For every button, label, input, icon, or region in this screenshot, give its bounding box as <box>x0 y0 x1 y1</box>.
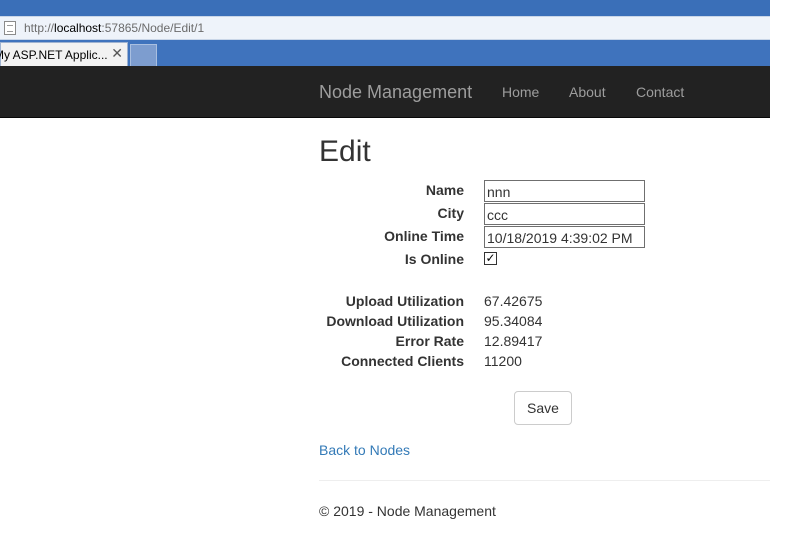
online-time-field[interactable] <box>484 226 645 248</box>
navbar-brand[interactable]: Node Management <box>319 82 472 103</box>
connected-clients-value: 11200 <box>484 353 522 369</box>
page-title: Edit <box>319 135 371 168</box>
back-to-nodes-link[interactable]: Back to Nodes <box>319 442 410 458</box>
name-field[interactable] <box>484 180 645 202</box>
browser-title-bar <box>0 0 770 16</box>
download-utilization-value: 95.34084 <box>484 313 543 329</box>
is-online-checkbox[interactable]: ✓ <box>484 252 497 265</box>
nav-link-about[interactable]: About <box>569 84 606 100</box>
tab-title: My ASP.NET Applic... <box>0 48 108 62</box>
city-label: City <box>437 205 464 221</box>
save-button[interactable]: Save <box>514 391 572 425</box>
new-tab-button[interactable] <box>130 44 157 66</box>
address-url[interactable]: http://localhost:57865/Node/Edit/1 <box>24 21 204 35</box>
is-online-label: Is Online <box>404 251 464 267</box>
page-icon <box>4 21 16 35</box>
error-rate-label: Error Rate <box>395 333 464 349</box>
close-icon[interactable]: ✕ <box>111 45 123 62</box>
city-field[interactable] <box>484 203 645 225</box>
connected-clients-label: Connected Clients <box>341 353 464 369</box>
browser-tab[interactable]: My ASP.NET Applic... ✕ <box>0 42 128 66</box>
upload-utilization-value: 67.42675 <box>484 293 543 309</box>
error-rate-value: 12.89417 <box>484 333 543 349</box>
online-time-label: Online Time <box>384 228 464 244</box>
footer-text: © 2019 - Node Management <box>319 503 496 519</box>
name-label: Name <box>425 182 464 198</box>
tab-strip: My ASP.NET Applic... ✕ <box>0 40 770 66</box>
navbar: Node Management Home About Contact <box>0 66 770 118</box>
download-utilization-label: Download Utilization <box>326 313 464 329</box>
nav-link-contact[interactable]: Contact <box>636 84 684 100</box>
nav-link-home[interactable]: Home <box>502 84 539 100</box>
address-bar[interactable]: http://localhost:57865/Node/Edit/1 <box>0 16 770 40</box>
upload-utilization-label: Upload Utilization <box>345 293 464 309</box>
footer-divider <box>319 480 770 481</box>
